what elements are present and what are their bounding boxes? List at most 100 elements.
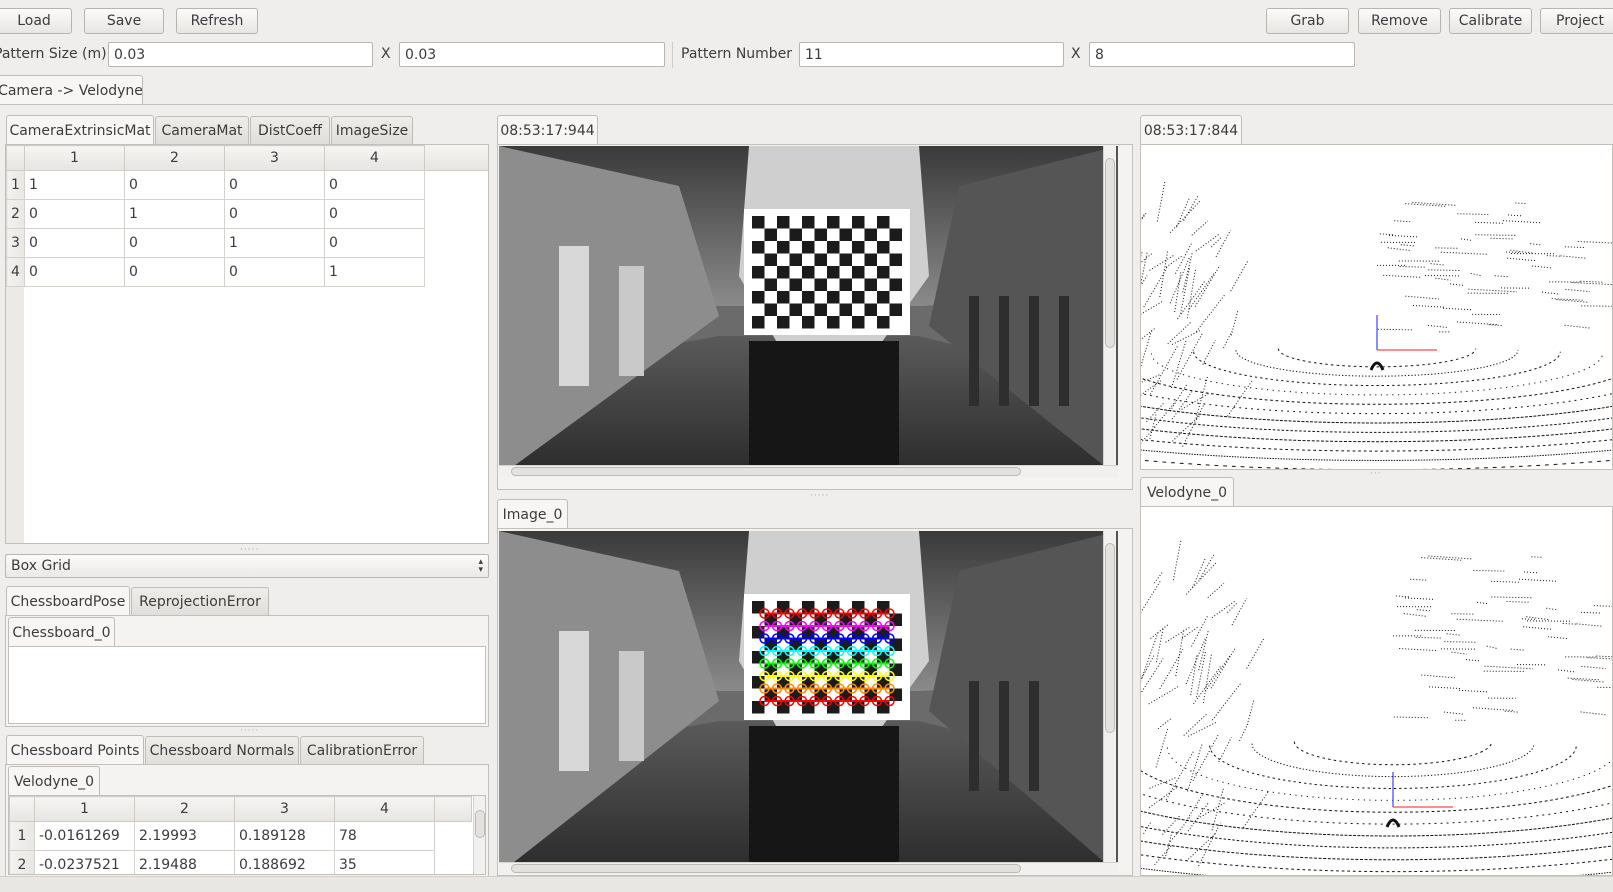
tab-image-0[interactable]: Image_0 <box>497 499 568 529</box>
scroll-thumb[interactable] <box>1105 543 1115 733</box>
save-button[interactable]: Save <box>84 8 164 34</box>
table-cell[interactable]: 1 <box>324 257 425 287</box>
table-cell[interactable]: 0 <box>224 170 325 200</box>
image-vertical-scrollbar[interactable] <box>1103 146 1116 465</box>
table-cell[interactable]: 0 <box>124 170 225 200</box>
grab-button[interactable]: Grab <box>1266 8 1349 34</box>
table-cell[interactable]: 1 <box>124 199 225 229</box>
tab-image-timestamp[interactable]: 08:53:17:944 <box>497 115 598 145</box>
checker-square <box>877 216 890 229</box>
wall-points <box>1155 727 1169 768</box>
splitter-handle[interactable]: ····· <box>240 726 259 736</box>
remove-button[interactable]: Remove <box>1358 8 1441 34</box>
scroll-thumb[interactable] <box>1105 158 1115 348</box>
table-cell[interactable]: 2.19488 <box>134 850 235 874</box>
table-cell[interactable]: 0 <box>224 199 325 229</box>
table-cell[interactable]: 0.188692 <box>234 850 335 874</box>
image-vertical-scrollbar[interactable] <box>1103 531 1116 862</box>
refresh-button[interactable]: Refresh <box>176 8 258 34</box>
wall-points <box>1246 699 1255 725</box>
table-cell[interactable]: 0 <box>124 257 225 287</box>
ceiling-points <box>1580 711 1606 716</box>
table-cell[interactable]: 1 <box>224 228 325 258</box>
table-cell[interactable]: 1 <box>24 170 125 200</box>
ceiling-points <box>1421 674 1455 679</box>
table-cell[interactable]: 2.19993 <box>134 821 235 851</box>
table-cell[interactable]: 0 <box>324 228 425 258</box>
wall-points <box>1174 271 1182 313</box>
pattern-number-x-input[interactable] <box>799 42 1064 67</box>
tab-reprojection-error[interactable]: ReprojectionError <box>131 587 269 616</box>
scroll-thumb[interactable] <box>511 864 1021 873</box>
velodyne-view-bottom[interactable] <box>1140 506 1613 876</box>
table-cell[interactable]: 0 <box>24 199 125 229</box>
calibrate-button[interactable]: Calibrate <box>1449 8 1532 34</box>
target-points <box>1385 818 1401 828</box>
table-cell[interactable]: 78 <box>334 821 435 851</box>
checker-square <box>764 253 777 266</box>
tab-chessboard-0[interactable]: Chessboard_0 <box>8 617 115 647</box>
table-cell[interactable]: 35 <box>334 850 435 874</box>
wall-points <box>1149 414 1157 439</box>
ceiling-points <box>1596 655 1612 658</box>
table-row: 1 1 0 0 0 <box>6 170 425 200</box>
table-cell[interactable]: 0 <box>24 257 125 287</box>
ceiling-points <box>1394 220 1411 223</box>
tab-velodyne-0[interactable]: Velodyne_0 <box>1140 477 1234 507</box>
checker-square <box>877 651 890 664</box>
splitter-handle[interactable]: ····· <box>810 491 829 501</box>
tab-velodyne-timestamp[interactable]: 08:53:17:844 <box>1140 115 1242 145</box>
ceiling-points <box>1456 618 1504 622</box>
tab-velodyne-0-points[interactable]: Velodyne_0 <box>8 766 100 796</box>
grid-type-value: Box Grid <box>11 558 71 574</box>
wall-points <box>1185 637 1207 685</box>
tab-camera-velodyne[interactable]: Camera -> Velodyne <box>0 75 143 105</box>
table-cell[interactable]: 0 <box>124 228 225 258</box>
velodyne-view-top[interactable] <box>1140 144 1613 470</box>
ceiling-points <box>1490 237 1515 240</box>
checker-square <box>814 613 827 626</box>
ceiling-points <box>1428 555 1473 560</box>
table-cell[interactable]: 0 <box>324 170 425 200</box>
tab-chessboard-points[interactable]: Chessboard Points <box>6 735 144 765</box>
load-button[interactable]: Load <box>0 8 72 34</box>
grid-type-select[interactable]: Box Grid ▴ ▾ <box>5 554 489 578</box>
ceiling-points <box>1547 636 1568 640</box>
table-cell[interactable]: 0 <box>24 228 125 258</box>
points-vertical-scrollbar[interactable] <box>473 796 485 874</box>
image-horizontal-scrollbar[interactable] <box>499 465 1118 477</box>
table-cell[interactable]: -0.0161269 <box>34 821 135 851</box>
wall-points <box>1165 831 1173 857</box>
project-button[interactable]: Project <box>1540 8 1613 34</box>
checker-square <box>877 241 890 254</box>
checker-square <box>839 613 852 626</box>
tab-calibration-error[interactable]: CalibrationError <box>300 736 424 765</box>
checker-square <box>802 626 815 639</box>
ceiling-points <box>1475 234 1517 236</box>
pattern-size-y-input[interactable] <box>399 42 665 67</box>
table-cell[interactable]: 0 <box>324 199 425 229</box>
scroll-thumb[interactable] <box>475 810 485 838</box>
tab-chessboard-normals[interactable]: Chessboard Normals <box>145 736 299 765</box>
table-cell[interactable]: 0.189128 <box>234 821 335 851</box>
image-horizontal-scrollbar[interactable] <box>499 862 1118 874</box>
tab-camera-mat[interactable]: CameraMat <box>155 116 249 145</box>
tab-label: ReprojectionError <box>139 594 261 610</box>
checker-square <box>852 241 865 254</box>
column-header: 2 <box>134 796 235 822</box>
table-row: 3 0 0 1 0 <box>6 228 425 258</box>
checker-square <box>839 303 852 316</box>
table-cell[interactable]: 0 <box>224 257 325 287</box>
tab-image-size[interactable]: ImageSize <box>331 116 413 145</box>
pattern-size-x-input[interactable] <box>108 42 373 67</box>
splitter-handle[interactable]: ··· <box>1370 469 1382 479</box>
checker-square <box>814 303 827 316</box>
table-cell[interactable]: -0.0237521 <box>34 850 135 874</box>
wall-points <box>1141 579 1162 613</box>
tab-camera-extrinsic-mat[interactable]: CameraExtrinsicMat <box>6 115 154 145</box>
wall-points <box>1204 654 1231 692</box>
tab-chessboard-pose[interactable]: ChessboardPose <box>6 586 130 616</box>
pattern-number-y-input[interactable] <box>1089 42 1355 67</box>
tab-dist-coeff[interactable]: DistCoeff <box>250 116 330 145</box>
scroll-thumb[interactable] <box>511 467 1021 476</box>
